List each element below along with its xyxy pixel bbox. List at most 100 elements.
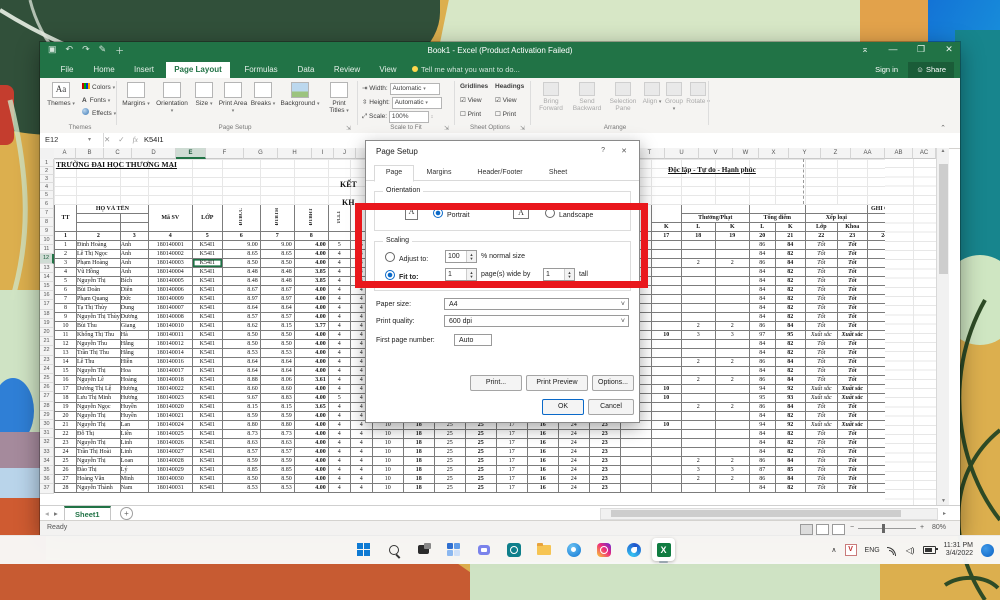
- first-page-input[interactable]: Auto: [454, 334, 492, 346]
- cell[interactable]: [76, 168, 121, 178]
- cell[interactable]: [650, 267, 682, 277]
- cell[interactable]: Tốt: [804, 447, 838, 457]
- cell[interactable]: [119, 213, 149, 223]
- cell[interactable]: Nguyễn Thị: [76, 438, 121, 448]
- taskbar-widgets-icon[interactable]: [442, 538, 465, 561]
- cell[interactable]: 4: [349, 429, 373, 439]
- cell[interactable]: [680, 204, 750, 214]
- cell[interactable]: Xuất sắc: [804, 330, 838, 340]
- row-header-20[interactable]: 20: [40, 328, 54, 338]
- cell[interactable]: 23: [836, 231, 868, 241]
- row-header-31[interactable]: 31: [40, 429, 54, 439]
- cell[interactable]: [748, 204, 806, 214]
- row-header-11[interactable]: 11: [40, 245, 54, 255]
- cell[interactable]: 9.67: [221, 393, 261, 403]
- cell[interactable]: 18: [402, 474, 435, 484]
- cell[interactable]: 8.85: [221, 465, 261, 475]
- cell[interactable]: 17: [495, 474, 528, 484]
- cell[interactable]: [680, 411, 716, 421]
- cell[interactable]: 8.50: [221, 258, 261, 268]
- row-header-16[interactable]: 16: [40, 291, 54, 301]
- cell[interactable]: 17: [495, 429, 528, 439]
- cell[interactable]: [191, 159, 223, 169]
- cell[interactable]: 28: [54, 483, 77, 493]
- dialog-tab-margins[interactable]: Margins: [416, 166, 462, 180]
- cell[interactable]: [774, 159, 806, 169]
- cell[interactable]: Tốt: [804, 465, 838, 475]
- cell[interactable]: Dương Thị Lệ: [76, 384, 121, 394]
- cell[interactable]: Tốt: [804, 276, 838, 286]
- cell[interactable]: 4: [349, 465, 373, 475]
- cell[interactable]: 1: [54, 231, 77, 241]
- cell[interactable]: [714, 303, 750, 313]
- cell[interactable]: [714, 240, 750, 250]
- cell[interactable]: Xuất sắc: [836, 420, 868, 430]
- cell[interactable]: 86: [748, 357, 776, 367]
- cell[interactable]: [836, 177, 868, 187]
- new-sheet-icon[interactable]: +: [120, 507, 133, 520]
- cell[interactable]: 8.53: [221, 348, 261, 358]
- cell[interactable]: 85: [774, 465, 806, 475]
- cell[interactable]: 18: [402, 438, 435, 448]
- cell[interactable]: 8.53: [221, 483, 261, 493]
- cell[interactable]: Anh: [119, 258, 149, 268]
- cell[interactable]: [680, 303, 716, 313]
- tab-insert[interactable]: Insert: [128, 62, 160, 78]
- cell[interactable]: 4.00: [293, 330, 329, 340]
- cell[interactable]: 8.85: [259, 465, 295, 475]
- cell[interactable]: [804, 204, 868, 214]
- cell[interactable]: [119, 195, 149, 205]
- cell[interactable]: ĐTBTH: [259, 204, 295, 232]
- cell[interactable]: Lưu Thị Minh: [76, 393, 121, 403]
- cell[interactable]: 17: [54, 384, 77, 394]
- cell[interactable]: [804, 186, 838, 196]
- cell[interactable]: [714, 429, 750, 439]
- ribbon-display-options-icon[interactable]: ⌅: [858, 44, 872, 55]
- cell[interactable]: 26: [54, 465, 77, 475]
- cell[interactable]: Lớp: [804, 222, 838, 232]
- cell[interactable]: 8.57: [221, 447, 261, 457]
- cell[interactable]: K54I1: [191, 240, 223, 250]
- cell[interactable]: 82: [774, 303, 806, 313]
- cell[interactable]: Trần Thị Thu: [76, 348, 121, 358]
- cell[interactable]: 2: [714, 402, 750, 412]
- row-header-6[interactable]: 6: [40, 199, 54, 209]
- themes-button[interactable]: Aa Themes ▾: [44, 82, 78, 108]
- minimize-icon[interactable]: —: [886, 44, 900, 55]
- cell[interactable]: [147, 195, 193, 205]
- cell[interactable]: 84: [748, 366, 776, 376]
- cell[interactable]: [650, 321, 682, 331]
- cell[interactable]: Nguyễn Thành: [76, 483, 121, 493]
- cell[interactable]: 16: [526, 483, 559, 493]
- horizontal-scrollbar-thumb[interactable]: [611, 510, 901, 517]
- cell[interactable]: 17: [495, 438, 528, 448]
- row-header-8[interactable]: 8: [40, 218, 54, 227]
- cell[interactable]: 25: [433, 429, 466, 439]
- cell[interactable]: Dương: [119, 312, 149, 322]
- insert-function-icon[interactable]: fx: [133, 133, 138, 147]
- cell[interactable]: 4.00: [293, 411, 329, 421]
- cell[interactable]: 82: [774, 339, 806, 349]
- cell[interactable]: 4.00: [293, 429, 329, 439]
- cell[interactable]: 23: [588, 429, 621, 439]
- cell[interactable]: Tốt: [804, 474, 838, 484]
- cell[interactable]: Mã SV: [147, 204, 193, 232]
- cell[interactable]: Tốt: [836, 294, 868, 304]
- cell[interactable]: [836, 159, 868, 169]
- cell[interactable]: 2: [680, 402, 716, 412]
- cell[interactable]: 84: [748, 276, 776, 286]
- scale-row[interactable]: ⤢ Scale: 100% ↕: [362, 111, 433, 123]
- cell[interactable]: 4: [327, 465, 351, 475]
- cell[interactable]: 18: [54, 393, 77, 403]
- cell[interactable]: 4.00: [293, 393, 329, 403]
- cell[interactable]: 8.57: [259, 312, 295, 322]
- print-area-button[interactable]: Print Area ▾: [218, 82, 248, 115]
- cell[interactable]: 24: [557, 429, 590, 439]
- row-header-33[interactable]: 33: [40, 447, 54, 457]
- cell[interactable]: 8.73: [259, 429, 295, 439]
- cell[interactable]: Nguyễn Thị: [76, 411, 121, 421]
- cell[interactable]: 4: [327, 330, 351, 340]
- cell[interactable]: 2: [714, 456, 750, 466]
- cell[interactable]: 23: [588, 465, 621, 475]
- cell[interactable]: [680, 186, 716, 196]
